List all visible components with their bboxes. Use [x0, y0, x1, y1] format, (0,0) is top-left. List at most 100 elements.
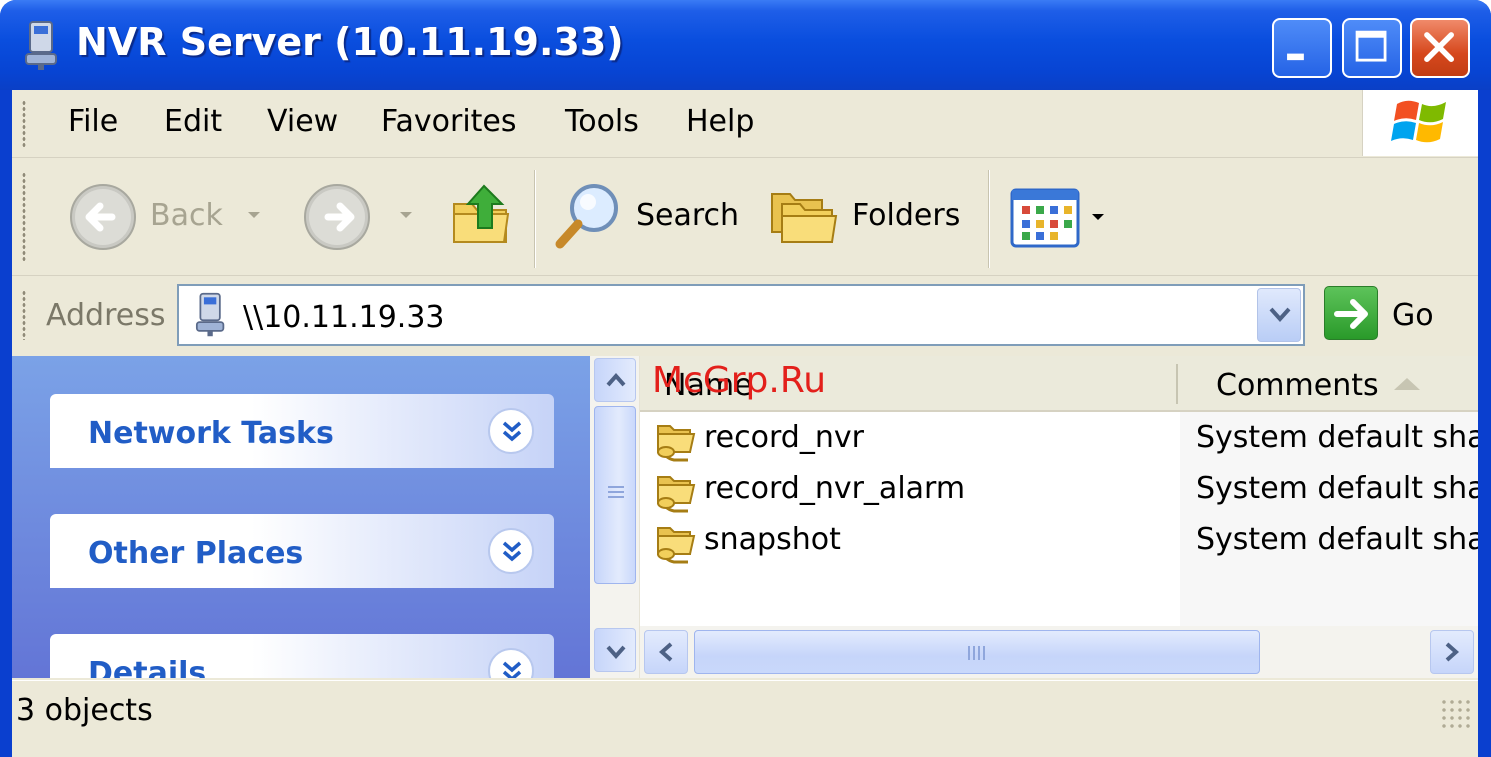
task-section-other-places[interactable]: Other Places	[50, 514, 554, 588]
double-chevron-down-icon	[502, 421, 522, 442]
close-button[interactable]	[1410, 18, 1470, 78]
minimize-button[interactable]	[1272, 18, 1332, 78]
horizontal-scroll-thumb[interactable]	[694, 630, 1260, 674]
task-section-title: Other Places	[88, 536, 304, 571]
address-grip[interactable]	[22, 290, 26, 340]
folders-icon	[771, 193, 838, 243]
go-label[interactable]: Go	[1392, 298, 1434, 333]
chevron-down-icon	[606, 645, 626, 660]
explorer-window: NVR Server (10.11.19.33) File Edit View …	[0, 0, 1491, 757]
folders-label: Folders	[852, 198, 961, 233]
windows-logo-area	[1362, 90, 1478, 156]
go-arrow-icon	[1334, 299, 1368, 329]
search-button[interactable]: Search	[552, 180, 742, 252]
file-comment: System default sha	[1196, 420, 1478, 455]
column-header-comments[interactable]: Comments	[1216, 368, 1379, 403]
task-section-network-tasks[interactable]: Network Tasks	[50, 394, 554, 468]
file-name: record_nvr	[704, 420, 864, 455]
views-icon	[1010, 188, 1080, 248]
minimize-icon	[1287, 53, 1304, 61]
toolbar-separator	[534, 170, 536, 268]
task-section-title: Details	[88, 656, 207, 678]
task-section-details[interactable]: Details	[50, 634, 554, 678]
search-label: Search	[636, 198, 740, 233]
back-button[interactable]: Back	[64, 180, 264, 252]
task-section-title: Network Tasks	[88, 416, 334, 451]
back-arrow-icon	[70, 184, 136, 250]
scroll-up-button[interactable]	[594, 358, 636, 402]
chevron-left-icon	[658, 642, 673, 662]
task-pane-vertical-scrollbar[interactable]	[590, 356, 640, 678]
close-icon	[1424, 32, 1454, 62]
network-computer-icon	[25, 21, 57, 70]
expand-chevron-icon[interactable]	[488, 408, 534, 454]
shared-folder-icon	[657, 527, 696, 564]
windows-logo-icon	[1391, 100, 1446, 143]
menu-edit[interactable]: Edit	[160, 104, 226, 139]
client-area: File Edit View Favorites Tools Help Back…	[12, 90, 1478, 757]
scroll-down-button[interactable]	[594, 628, 636, 672]
chevron-up-icon	[606, 372, 626, 387]
file-list: record_nvr System default sha record_nvr…	[640, 412, 1478, 626]
file-list-pane: Name Comments record_nvr System default …	[590, 356, 1478, 678]
standard-toolbar: Back Search Folders	[12, 158, 1478, 276]
window-title: NVR Server (10.11.19.33)	[76, 20, 624, 64]
address-bar: Address \\10.11.19.33 Go	[12, 276, 1478, 354]
list-item[interactable]: record_nvr System default sha	[640, 414, 1478, 464]
status-bar: 3 objects	[12, 680, 1478, 738]
scroll-left-button[interactable]	[644, 630, 688, 674]
menu-grip[interactable]	[22, 100, 26, 148]
back-dropdown-icon[interactable]	[246, 210, 262, 220]
toolbar-separator	[988, 170, 990, 268]
scroll-right-button[interactable]	[1430, 630, 1474, 674]
search-icon	[555, 184, 618, 249]
network-computer-icon	[195, 292, 225, 337]
folders-button[interactable]: Folders	[770, 180, 970, 252]
menu-help[interactable]: Help	[682, 104, 758, 139]
forward-dropdown-icon[interactable]	[398, 210, 414, 220]
menu-file[interactable]: File	[64, 104, 122, 139]
list-item[interactable]: record_nvr_alarm System default sha	[640, 465, 1478, 515]
status-text: 3 objects	[16, 693, 153, 728]
grip-lines-icon	[608, 486, 624, 498]
horizontal-scrollbar[interactable]	[640, 626, 1478, 678]
expand-chevron-icon[interactable]	[488, 528, 534, 574]
views-dropdown-icon	[1092, 214, 1104, 220]
watermark: McGrp.Ru	[652, 360, 827, 401]
column-divider[interactable]	[1176, 364, 1178, 404]
menu-bar: File Edit View Favorites Tools Help	[12, 90, 1478, 158]
double-chevron-down-icon	[502, 661, 522, 678]
maximize-icon	[1355, 30, 1387, 62]
file-name: snapshot	[704, 522, 841, 557]
title-bar[interactable]: NVR Server (10.11.19.33)	[0, 0, 1491, 90]
address-dropdown-button[interactable]	[1257, 288, 1301, 342]
menu-favorites[interactable]: Favorites	[377, 104, 521, 139]
chevron-right-icon	[1445, 642, 1460, 662]
shared-folder-icon	[657, 425, 696, 462]
maximize-button[interactable]	[1342, 18, 1402, 78]
folder-up-icon[interactable]	[450, 182, 514, 248]
file-name: record_nvr_alarm	[704, 471, 966, 506]
views-button[interactable]	[1010, 188, 1110, 248]
resize-grip[interactable]	[1440, 698, 1474, 732]
double-chevron-down-icon	[502, 541, 522, 562]
scroll-thumb[interactable]	[594, 406, 636, 584]
sort-ascending-icon	[1394, 378, 1420, 390]
address-input[interactable]: \\10.11.19.33	[177, 284, 1305, 346]
shared-folder-icon	[657, 476, 696, 513]
go-button[interactable]	[1324, 286, 1378, 340]
expand-chevron-icon[interactable]	[488, 648, 534, 678]
address-value: \\10.11.19.33	[243, 300, 445, 335]
address-label: Address	[46, 298, 166, 333]
task-pane: Network Tasks Other Places Details	[12, 356, 590, 678]
forward-arrow-icon[interactable]	[302, 182, 372, 252]
menu-view[interactable]: View	[263, 104, 342, 139]
back-label: Back	[150, 198, 223, 233]
file-comment: System default sha	[1196, 471, 1478, 506]
toolbar-grip[interactable]	[22, 172, 26, 262]
list-item[interactable]: snapshot System default sha	[640, 516, 1478, 566]
menu-tools[interactable]: Tools	[561, 104, 643, 139]
file-comment: System default sha	[1196, 522, 1478, 557]
grip-lines-icon	[968, 646, 985, 660]
chevron-down-icon	[1269, 307, 1291, 322]
